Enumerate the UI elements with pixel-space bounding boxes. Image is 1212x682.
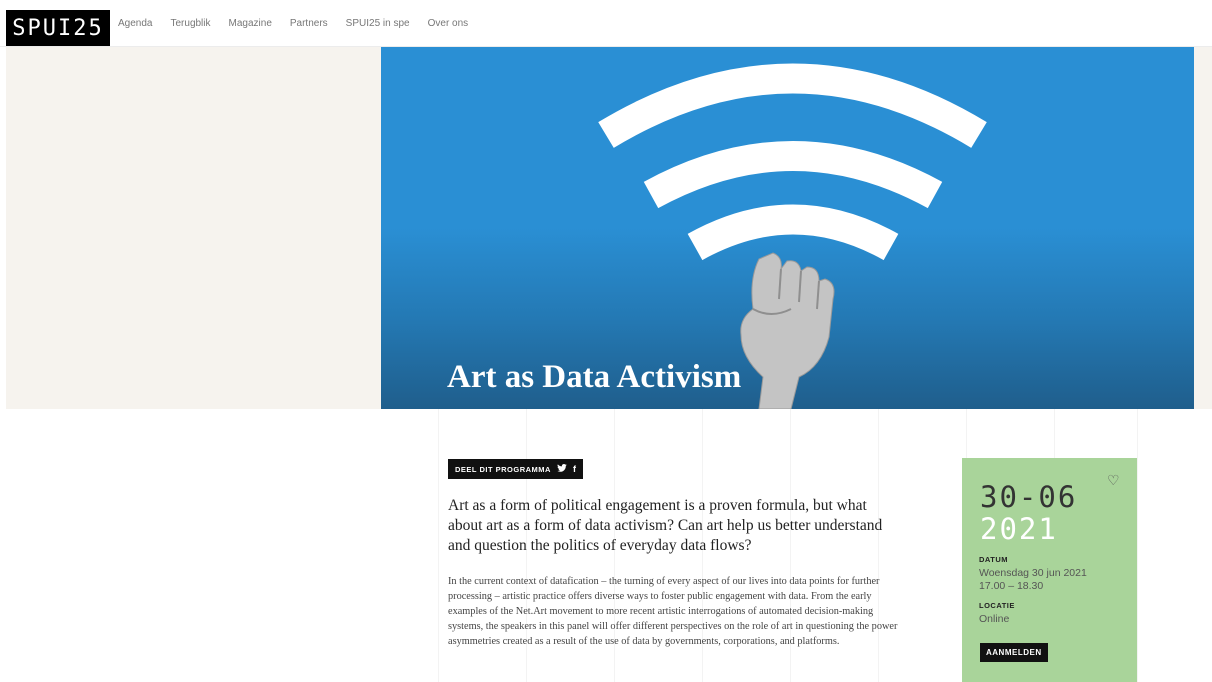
datum-value: Woensdag 30 jun 2021 <box>979 567 1087 579</box>
locatie-label: LOCATIE <box>979 601 1015 610</box>
datum-label: DATUM <box>979 555 1009 564</box>
spui25-logo[interactable]: SPUI25 <box>6 10 110 46</box>
register-button[interactable]: AANMELDEN <box>980 643 1048 662</box>
hero-image: Art as Data Activism <box>381 47 1194 409</box>
lead-paragraph: Art as a form of political engagement is… <box>448 497 883 554</box>
nav-item-magazine[interactable]: Magazine <box>229 18 272 29</box>
nav-item-spui25-in-spe[interactable]: SPUI25 in spe <box>346 18 410 29</box>
top-navigation-bar: SPUI25 Agenda Terugblik Magazine Partner… <box>0 0 1212 46</box>
twitter-icon[interactable] <box>557 464 567 474</box>
event-date-day-month: 30-06 <box>980 480 1078 514</box>
event-info-card: ♡ 30-06 2021 DATUM Woensdag 30 jun 2021 … <box>962 458 1137 682</box>
nav-item-partners[interactable]: Partners <box>290 18 328 29</box>
main-nav: Agenda Terugblik Magazine Partners SPUI2… <box>118 18 468 29</box>
event-date-year: 2021 <box>980 512 1058 546</box>
page-title: Art as Data Activism <box>447 359 742 395</box>
time-value: 17.00 – 18.30 <box>979 580 1044 592</box>
body-paragraph: In the current context of datafication –… <box>448 576 898 647</box>
nav-item-over-ons[interactable]: Over ons <box>428 18 469 29</box>
share-program-button[interactable]: DEEL DIT PROGRAMMA f <box>448 459 584 479</box>
nav-item-agenda[interactable]: Agenda <box>118 18 152 29</box>
facebook-icon[interactable]: f <box>573 464 577 474</box>
nav-item-terugblik[interactable]: Terugblik <box>170 18 210 29</box>
share-label: DEEL DIT PROGRAMMA <box>455 464 551 474</box>
locatie-value: Online <box>979 613 1010 625</box>
wifi-fist-illustration <box>598 63 987 409</box>
heart-icon[interactable]: ♡ <box>1107 472 1120 489</box>
